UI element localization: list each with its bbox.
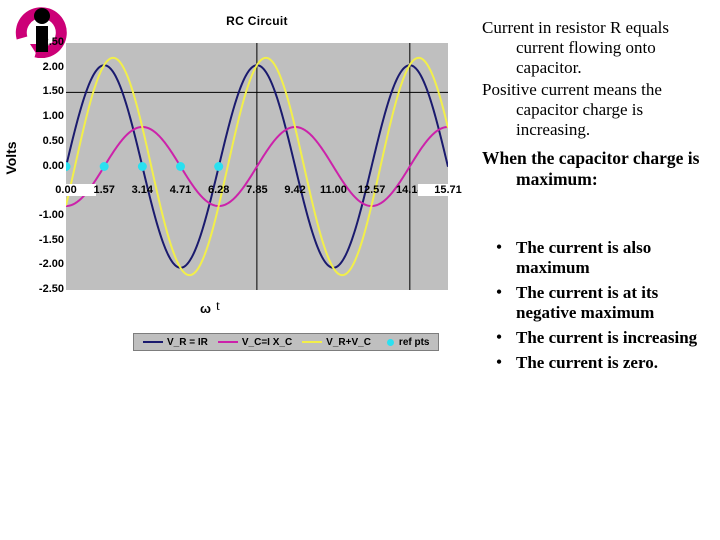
legend-line-swatch [143, 341, 163, 343]
plot-curves [66, 43, 448, 290]
question-heading: When the capacitor charge is maximum: [482, 148, 700, 189]
legend-item: V_C=I X_C [217, 336, 293, 348]
legend-label: V_R+V_C [326, 336, 371, 348]
paragraph-2: Positive current means the capacitor cha… [482, 80, 662, 140]
bullet-marker: • [496, 329, 502, 347]
reference-point [137, 162, 147, 171]
rc-circuit-chart: RC Circuit 2.502.001.501.000.500.00-0.50… [0, 0, 478, 365]
bullet-item[interactable]: • The current is also maximum [482, 238, 720, 278]
chart-legend: V_R = IR V_C=I X_C V_R+V_C ref pts [133, 333, 440, 351]
y-tick-label: 2.50 [42, 36, 64, 48]
reference-point [66, 162, 71, 171]
explanation-text: Current in resistor R equals current flo… [482, 18, 718, 192]
paragraph-1: Current in resistor R equals current flo… [482, 18, 669, 78]
x-axis-tick-labels: 0.00 1.57 3.14 4.71 6.28 7.85 9.42 11.00 12.57 14… [36, 184, 478, 198]
y-tick-label: 1.50 [42, 85, 64, 98]
x-axis-title-t: t [215, 299, 220, 314]
reference-point [214, 162, 224, 171]
legend-label: ref pts [398, 336, 430, 348]
x-tick-label: 15.71 [418, 184, 478, 196]
legend-dot-swatch [386, 338, 394, 346]
chart-title: RC Circuit [226, 14, 288, 28]
answer-choices: • The current is also maximum • The current… [482, 238, 720, 378]
x-axis-title: ωt [200, 298, 220, 316]
bullet-marker: • [496, 354, 502, 372]
legend-label: V_C=I X_C [241, 336, 293, 348]
legend-item: V_R+V_C [302, 337, 371, 348]
plot-area [66, 43, 448, 290]
y-tick-label: 1.00 [42, 110, 64, 123]
bullet-label: The current is at its negative maximum [516, 283, 659, 323]
bullet-marker: • [496, 284, 502, 302]
x-axis-title-omega: ω [200, 301, 211, 316]
bullet-label: The current is zero. [516, 353, 658, 373]
bullet-item[interactable]: • The current is at its negative maximum [482, 283, 720, 323]
legend-line-swatch [302, 341, 323, 343]
legend-line-swatch [217, 341, 238, 343]
legend-label: V_R = IR [167, 336, 208, 348]
y-tick-label: -1.50 [38, 233, 64, 246]
bullet-label: The current is increasing [516, 328, 698, 348]
y-axis-title: Volts [3, 141, 19, 175]
bullet-label: The current is also maximum [516, 238, 652, 278]
y-tick-label: -2.50 [38, 283, 64, 295]
legend-item: V_R = IR [143, 337, 208, 348]
y-tick-label: 2.00 [42, 60, 64, 73]
reference-points [66, 162, 224, 171]
legend-item: ref pts [381, 336, 430, 348]
reference-point [99, 162, 109, 171]
reference-point [176, 162, 186, 171]
bullet-item[interactable]: • The current is zero. [482, 353, 720, 373]
y-tick-label: -1.00 [38, 208, 64, 221]
bullet-item[interactable]: • The current is increasing [482, 328, 720, 348]
y-tick-label: -2.00 [38, 258, 64, 271]
bullet-marker: • [496, 239, 502, 256]
